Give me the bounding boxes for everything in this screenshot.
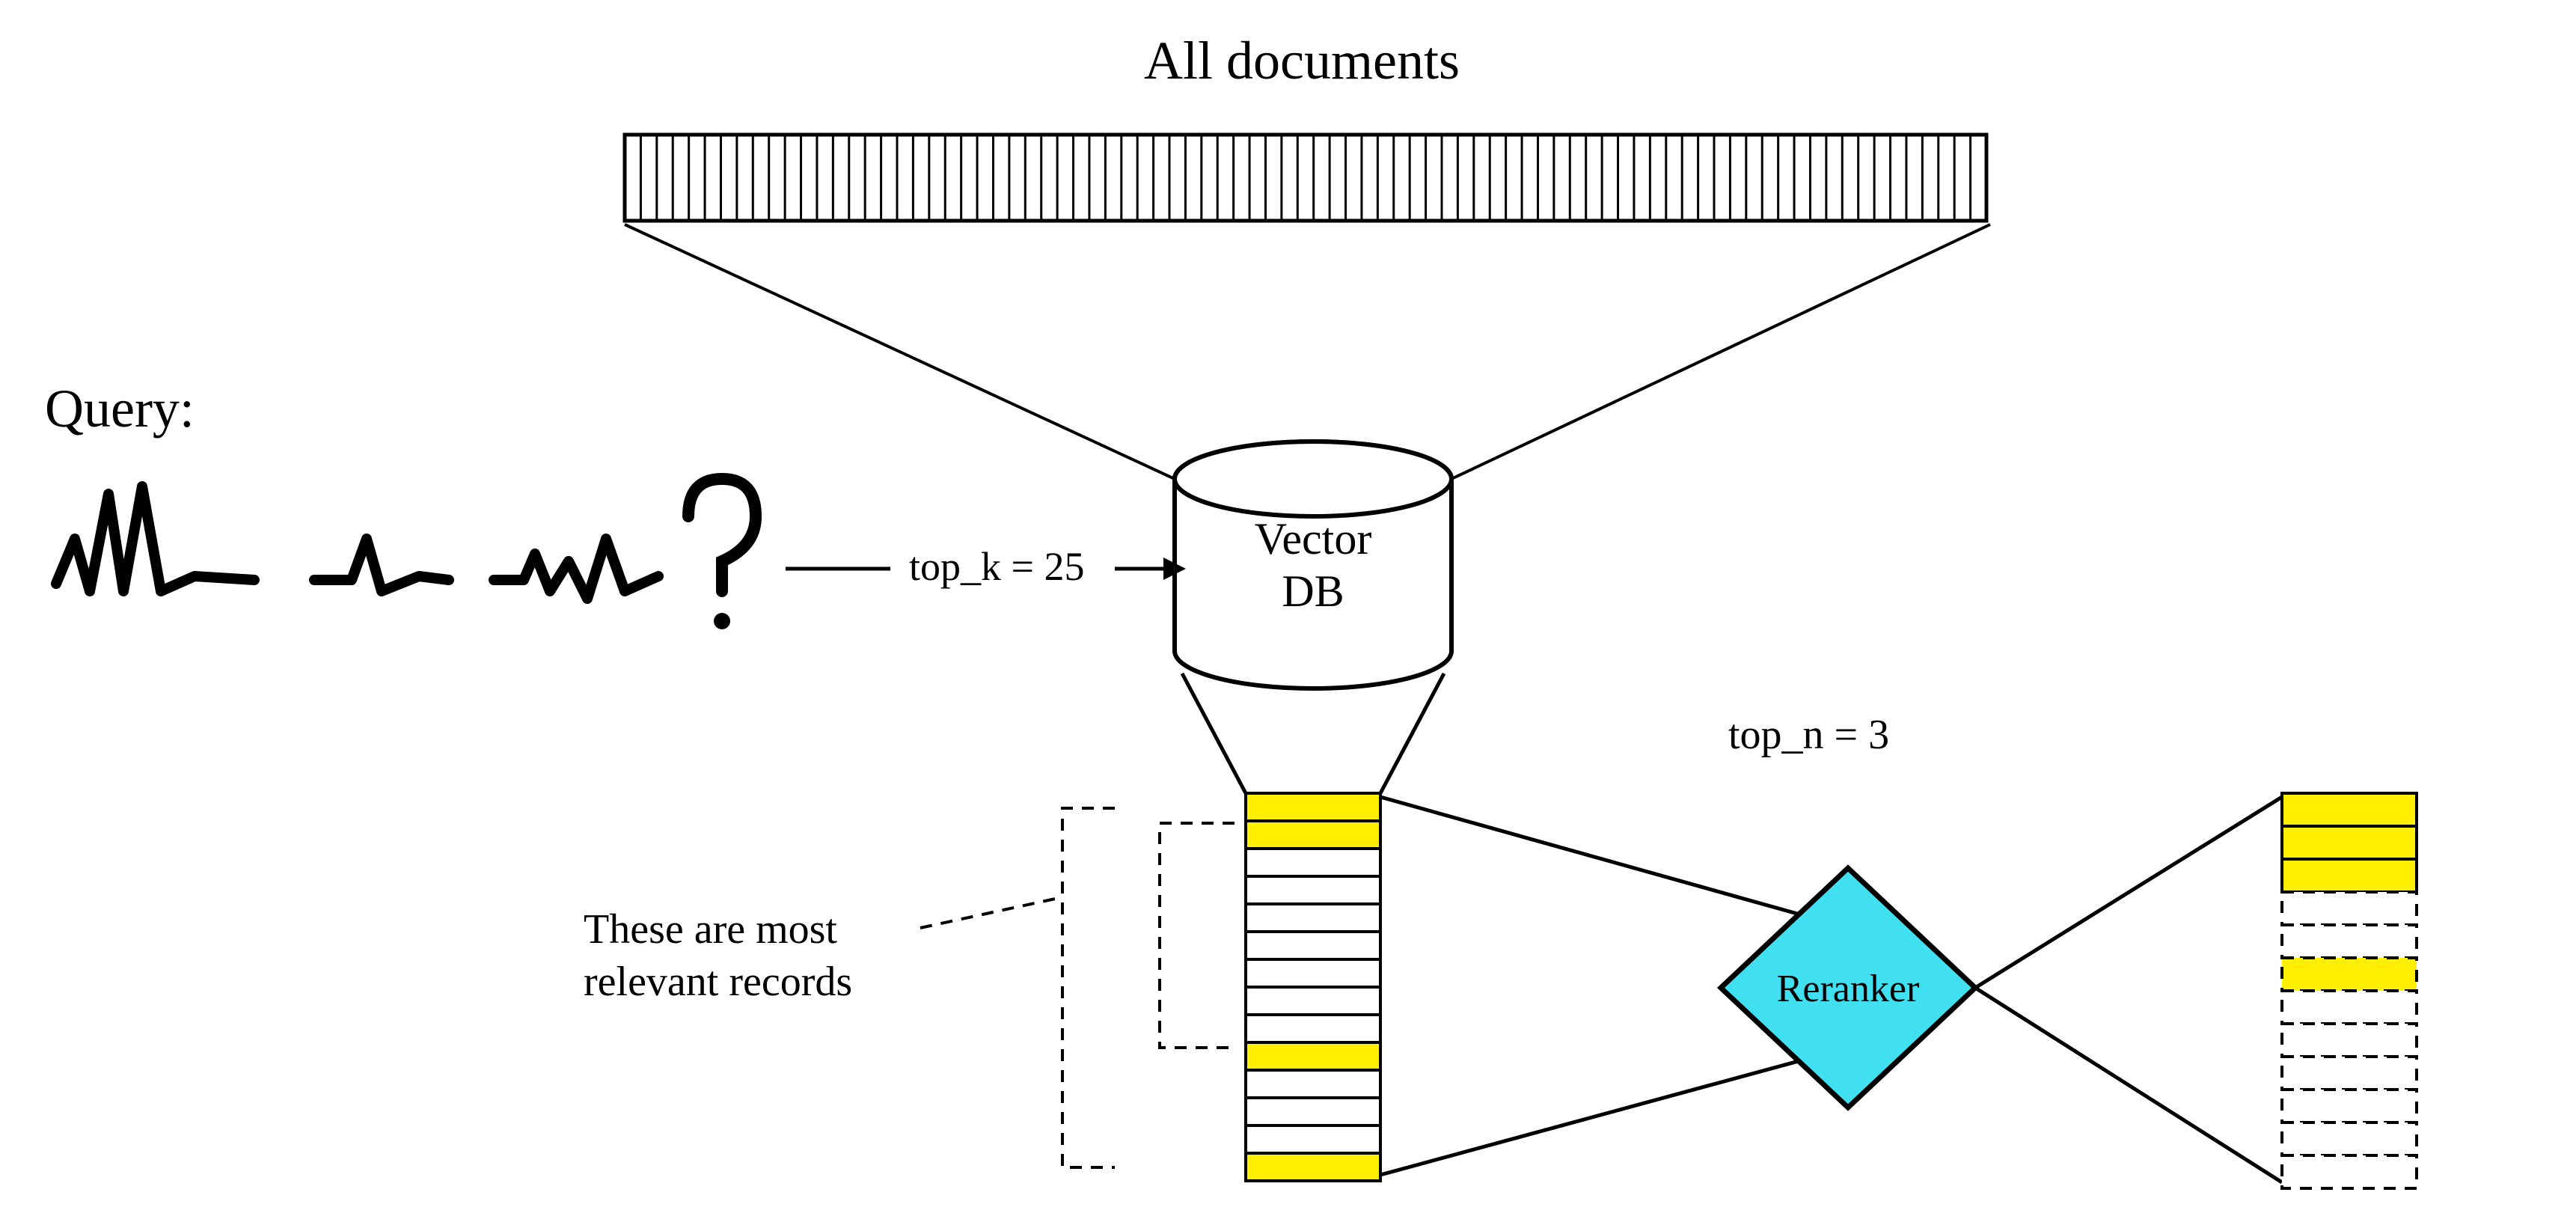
retrieved-row <box>1246 1070 1380 1098</box>
final-row-dashed <box>2282 1024 2417 1057</box>
final-row-highlight <box>2282 859 2417 892</box>
final-row-dashed <box>2282 1122 2417 1155</box>
rag-reranker-diagram: All documents Vector DB Query: top_k = 2… <box>0 0 2576 1228</box>
retrieved-stack <box>1246 793 1380 1181</box>
cylinder-out-left <box>1182 673 1246 793</box>
retrieved-row <box>1246 876 1380 904</box>
final-row-dashed <box>2282 925 2417 958</box>
final-row-highlight <box>2282 793 2417 826</box>
reranker-out-top <box>1975 797 2282 988</box>
reranker-label: Reranker <box>1777 968 1920 1010</box>
retrieved-row <box>1246 849 1380 876</box>
reranker-in-bottom <box>1380 1048 1848 1175</box>
all-documents-bar <box>625 135 1986 221</box>
note-leader-line <box>920 898 1059 928</box>
final-row-highlight <box>2282 826 2417 859</box>
retrieved-row-highlight <box>1246 793 1380 821</box>
reranker-out-bottom <box>1975 988 2282 1182</box>
final-stack <box>2282 793 2417 1188</box>
retrieved-row <box>1246 932 1380 959</box>
final-row-dashed <box>2282 1155 2417 1188</box>
cylinder-out-right <box>1380 673 1444 793</box>
relevant-note-2: relevant records <box>584 959 852 1005</box>
retrieved-row <box>1246 959 1380 987</box>
retrieved-row-highlight <box>1246 821 1380 849</box>
reranker-in-top <box>1380 797 1848 928</box>
relevant-note-1: These are most <box>584 906 837 953</box>
vector-db-label-2: DB <box>1282 566 1344 616</box>
top-n-label: top_n = 3 <box>1728 712 1889 758</box>
retrieved-row-highlight <box>1246 1042 1380 1070</box>
retrieved-row <box>1246 1125 1380 1153</box>
retrieved-row-highlight <box>1246 1153 1380 1181</box>
retrieved-row <box>1246 1098 1380 1125</box>
title-text: All documents <box>1144 31 1460 91</box>
funnel-line-right <box>1451 224 1990 479</box>
query-label: Query: <box>45 379 195 439</box>
query-squiggle <box>56 486 658 599</box>
final-row-dashed <box>2282 892 2417 925</box>
top-k-label: top_k = 25 <box>909 544 1084 589</box>
funnel-line-left <box>625 224 1175 479</box>
final-row-highlight <box>2282 958 2417 991</box>
vector-db-label-1: Vector <box>1255 514 1372 563</box>
vector-db-cylinder: Vector DB <box>1175 442 1451 688</box>
final-row-dashed <box>2282 1057 2417 1090</box>
retrieved-row <box>1246 904 1380 932</box>
final-row-dashed <box>2282 991 2417 1024</box>
retrieved-row <box>1246 987 1380 1015</box>
relevant-brackets <box>1062 808 1235 1167</box>
question-mark-icon <box>688 479 756 629</box>
retrieved-row <box>1246 1015 1380 1042</box>
final-row-dashed <box>2282 1090 2417 1122</box>
